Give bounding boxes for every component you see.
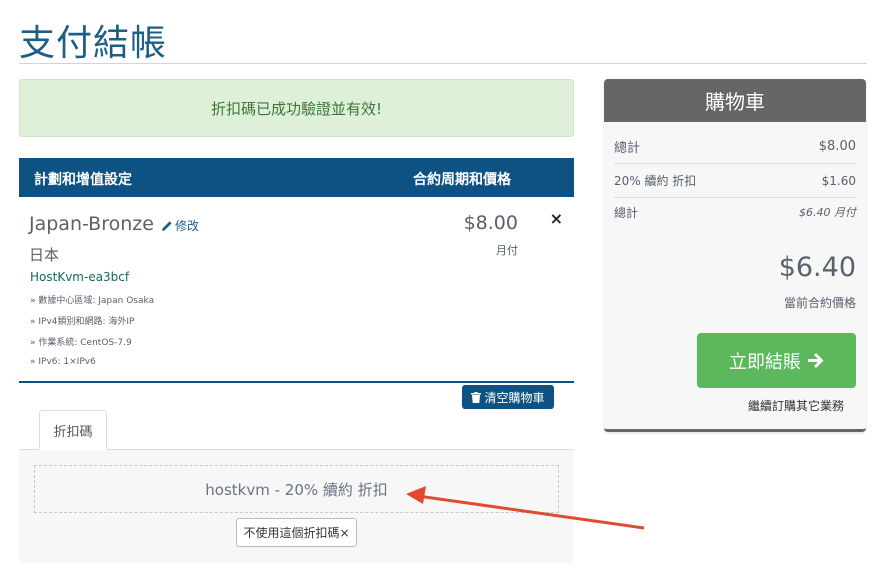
col-cycle-header: 合約周期和價格 (413, 172, 511, 188)
trash-icon (471, 391, 482, 403)
product-group: 日本 (29, 246, 60, 264)
tab-promo-code[interactable]: 折扣碼 (39, 410, 107, 450)
config-line: » 數據中心區域: Japan Osaka (30, 296, 155, 306)
subtotal-value: $8.00 (818, 138, 856, 154)
config-line: » IPv4類別和網路: 海外IP (30, 317, 135, 327)
remove-promo-label: 不使用這個折扣碼× (243, 526, 350, 540)
promo-panel: hostkvm - 20% 續約 折扣 不使用這個折扣碼× (19, 450, 574, 563)
subtotal-label: 總計 (614, 140, 641, 156)
cart-table-header: 計劃和增值設定 合約周期和價格 (19, 158, 574, 197)
remove-item-button[interactable]: × (550, 209, 563, 228)
summary-title-text: 購物車 (705, 90, 765, 114)
recurring-label: 總計 (614, 205, 639, 220)
config-line: » 作業系統: CentOS-7.9 (30, 338, 132, 348)
pencil-icon (162, 220, 172, 231)
discount-row: 20% 續約 折扣 $1.60 (614, 164, 856, 198)
alert-message: 折扣碼已成功驗證並有效! (210, 99, 382, 118)
tab-promo-code-label: 折扣碼 (53, 424, 93, 440)
discount-value: $1.60 (821, 173, 856, 188)
item-billing-cycle: 月付 (496, 244, 518, 257)
checkout-label: 立即結賬 (729, 351, 801, 373)
product-name: Japan-Bronze (29, 213, 154, 235)
arrow-right-icon (808, 353, 824, 368)
applied-promo-code: hostkvm - 20% 續約 折扣 (34, 465, 559, 513)
title-divider (19, 63, 867, 64)
col-plan-header: 計劃和增值設定 (34, 172, 132, 188)
continue-shopping-link[interactable]: 繼續訂購其它業務 (748, 397, 844, 414)
discount-label: 20% 續約 折扣 (614, 174, 697, 188)
edit-label: 修改 (175, 219, 200, 233)
summary-title: 購物車 (604, 79, 866, 122)
cart-item: Japan-Bronze 修改 日本 HostKvm-ea3bcf » 數據中心… (19, 197, 574, 383)
config-line: » IPv6: 1×IPv6 (30, 357, 96, 367)
edit-item-link[interactable]: 修改 (161, 217, 199, 234)
recurring-row: 總計 $6.40 月付 (614, 198, 856, 226)
empty-cart-label: 清空購物車 (484, 390, 545, 405)
item-price: $8.00 (463, 212, 518, 234)
page-title: 支付結帳 (19, 23, 168, 64)
recurring-value: $6.40 月付 (799, 206, 856, 219)
product-hostname: HostKvm-ea3bcf (30, 270, 130, 284)
applied-promo-text: hostkvm - 20% 續約 折扣 (205, 480, 388, 499)
order-summary: 購物車 總計 $8.00 20% 續約 折扣 $1.60 總計 $6.40 月付… (604, 79, 866, 432)
remove-promo-button[interactable]: 不使用這個折扣碼× (236, 518, 357, 547)
promo-success-alert: 折扣碼已成功驗證並有效! (19, 79, 574, 137)
checkout-button[interactable]: 立即結賬 (697, 333, 856, 388)
empty-cart-button[interactable]: 清空購物車 (462, 385, 554, 409)
total-due-label: 當前合約價格 (783, 296, 856, 310)
total-due: $6.40 (778, 252, 856, 283)
subtotal-row: 總計 $8.00 (614, 129, 856, 164)
